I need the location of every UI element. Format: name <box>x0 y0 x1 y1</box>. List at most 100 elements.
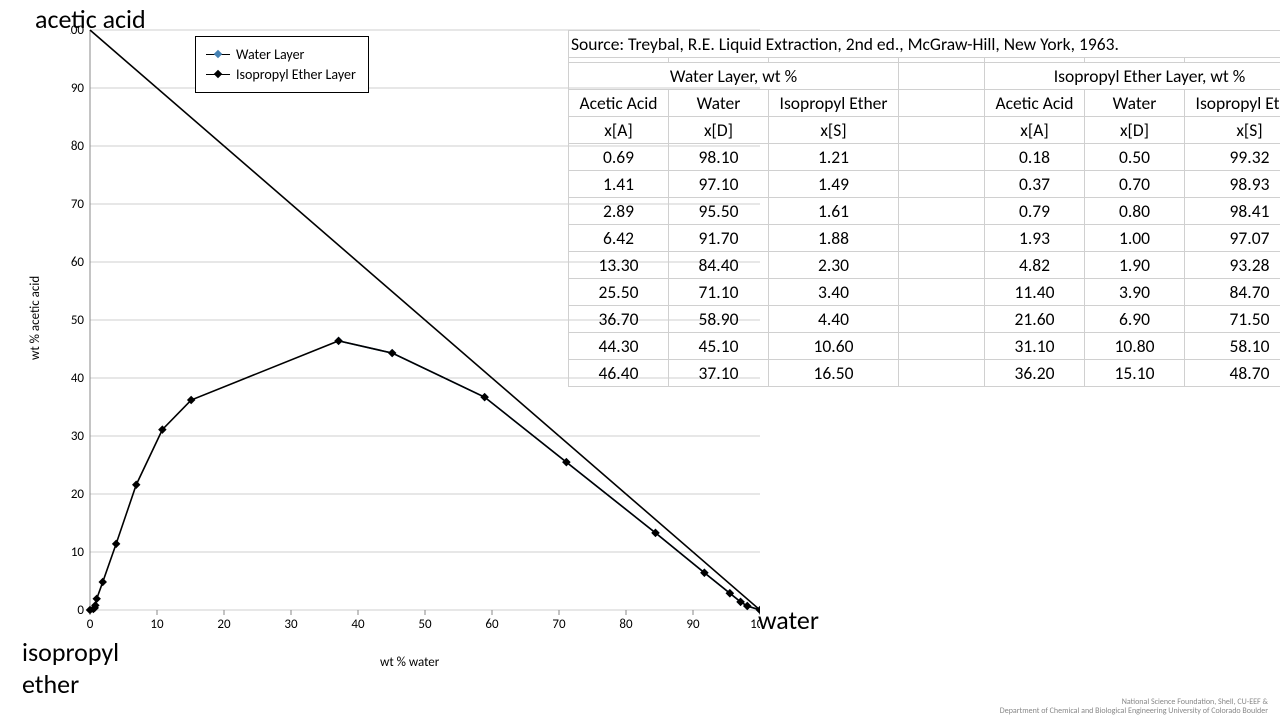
table-cell: 21.60 <box>985 306 1085 333</box>
table-cell: 25.50 <box>569 279 669 306</box>
table-cell: 0.79 <box>985 198 1085 225</box>
table-cell: 6.90 <box>1085 306 1185 333</box>
column-header: Water <box>1085 90 1185 117</box>
column-symbol: x[A] <box>985 117 1085 144</box>
table-row: 36.7058.904.40 21.606.9071.50 <box>569 306 1280 333</box>
svg-text:0: 0 <box>87 617 94 630</box>
svg-text:40: 40 <box>351 617 365 630</box>
table-source: Source: Treybal, R.E. Liquid Extraction,… <box>569 31 1280 58</box>
table-cell: 95.50 <box>669 198 769 225</box>
table-cell: 44.30 <box>569 333 669 360</box>
legend-line-icon <box>206 54 230 55</box>
table-cell: 10.60 <box>769 333 899 360</box>
svg-text:100: 100 <box>750 617 760 630</box>
column-symbol: x[S] <box>1185 117 1280 144</box>
svg-text:80: 80 <box>619 617 633 630</box>
table-cell: 3.90 <box>1085 279 1185 306</box>
table-cell: 99.32 <box>1185 144 1280 171</box>
table-cell: 84.70 <box>1185 279 1280 306</box>
table-cell <box>899 198 985 225</box>
table-cell: 10.80 <box>1085 333 1185 360</box>
table-cell: 1.93 <box>985 225 1085 252</box>
table-row: 44.3045.1010.6031.1010.8058.10 <box>569 333 1280 360</box>
table-row: 25.5071.103.40 11.403.9084.70 <box>569 279 1280 306</box>
column-symbol: x[A] <box>569 117 669 144</box>
table-cell: 2.30 <box>769 252 899 279</box>
table-cell: 1.61 <box>769 198 899 225</box>
table-cell: 11.40 <box>985 279 1085 306</box>
svg-text:60: 60 <box>485 617 499 630</box>
table-row: 46.4037.1016.5036.2015.1048.70 <box>569 360 1280 387</box>
table-cell: 36.70 <box>569 306 669 333</box>
table-row: 2.8995.501.610.790.8098.41 <box>569 198 1280 225</box>
table-cell: 58.90 <box>669 306 769 333</box>
column-header: Isopropyl Ether <box>1185 90 1280 117</box>
table-cell: 16.50 <box>769 360 899 387</box>
chart-legend: Water Layer Isopropyl Ether Layer <box>195 36 369 93</box>
table-cell: 0.37 <box>985 171 1085 198</box>
equilibrium-data-table: Source: Treybal, R.E. Liquid Extraction,… <box>568 30 1272 387</box>
column-header: Isopropyl Ether <box>769 90 899 117</box>
column-header: Acetic Acid <box>985 90 1085 117</box>
table-cell <box>899 225 985 252</box>
table-cell: 98.10 <box>669 144 769 171</box>
svg-text:20: 20 <box>217 617 231 630</box>
table-cell: 91.70 <box>669 225 769 252</box>
table-cell: 93.28 <box>1185 252 1280 279</box>
group-header-water: Water Layer, wt % <box>569 63 899 90</box>
group-header-ether: Isopropyl Ether Layer, wt % <box>985 63 1280 90</box>
svg-text:30: 30 <box>284 617 298 630</box>
diamond-marker-icon <box>214 50 222 58</box>
table-cell: 0.69 <box>569 144 669 171</box>
table-cell: 0.70 <box>1085 171 1185 198</box>
footer-line2: Department of Chemical and Biological En… <box>1000 707 1268 716</box>
table-cell <box>899 279 985 306</box>
column-header: Water <box>669 90 769 117</box>
table-row: 1.4197.101.490.370.7098.93 <box>569 171 1280 198</box>
svg-text:100: 100 <box>70 25 84 38</box>
column-symbol: x[S] <box>769 117 899 144</box>
legend-label: Water Layer <box>236 46 304 63</box>
table-cell: 1.49 <box>769 171 899 198</box>
svg-text:50: 50 <box>418 617 432 630</box>
column-symbol <box>899 117 985 144</box>
table-cell <box>899 306 985 333</box>
svg-text:80: 80 <box>71 139 85 154</box>
table-cell: 6.42 <box>569 225 669 252</box>
table-cell: 71.10 <box>669 279 769 306</box>
svg-text:70: 70 <box>71 197 85 212</box>
legend-entry-ether-layer: Isopropyl Ether Layer <box>206 66 356 83</box>
table-row: 0.6998.101.210.180.5099.32 <box>569 144 1280 171</box>
table-cell <box>899 333 985 360</box>
table-cell: 31.10 <box>985 333 1085 360</box>
svg-text:90: 90 <box>686 617 700 630</box>
vertex-isopropyl-ether: isopropyl ether <box>22 636 119 700</box>
svg-text:10: 10 <box>71 545 85 560</box>
table-cell: 13.30 <box>569 252 669 279</box>
column-header <box>899 90 985 117</box>
svg-text:10: 10 <box>150 617 164 630</box>
table-cell: 71.50 <box>1185 306 1280 333</box>
table-cell <box>899 144 985 171</box>
table-cell: 4.82 <box>985 252 1085 279</box>
table-cell: 1.41 <box>569 171 669 198</box>
table-cell: 46.40 <box>569 360 669 387</box>
table-cell: 4.40 <box>769 306 899 333</box>
table-cell: 2.89 <box>569 198 669 225</box>
svg-text:0: 0 <box>77 603 84 618</box>
svg-text:90: 90 <box>71 81 85 96</box>
table-cell: 1.90 <box>1085 252 1185 279</box>
table-cell: 1.00 <box>1085 225 1185 252</box>
table-cell: 45.10 <box>669 333 769 360</box>
table-cell: 48.70 <box>1185 360 1280 387</box>
table-cell: 36.20 <box>985 360 1085 387</box>
svg-text:50: 50 <box>71 313 85 328</box>
svg-text:40: 40 <box>71 371 85 386</box>
table-cell: 1.21 <box>769 144 899 171</box>
y-axis-label: wt % acetic acid <box>28 276 43 360</box>
table-cell: 97.10 <box>669 171 769 198</box>
table-cell <box>899 171 985 198</box>
table-cell: 3.40 <box>769 279 899 306</box>
svg-text:30: 30 <box>71 429 85 444</box>
legend-label: Isopropyl Ether Layer <box>236 66 356 83</box>
